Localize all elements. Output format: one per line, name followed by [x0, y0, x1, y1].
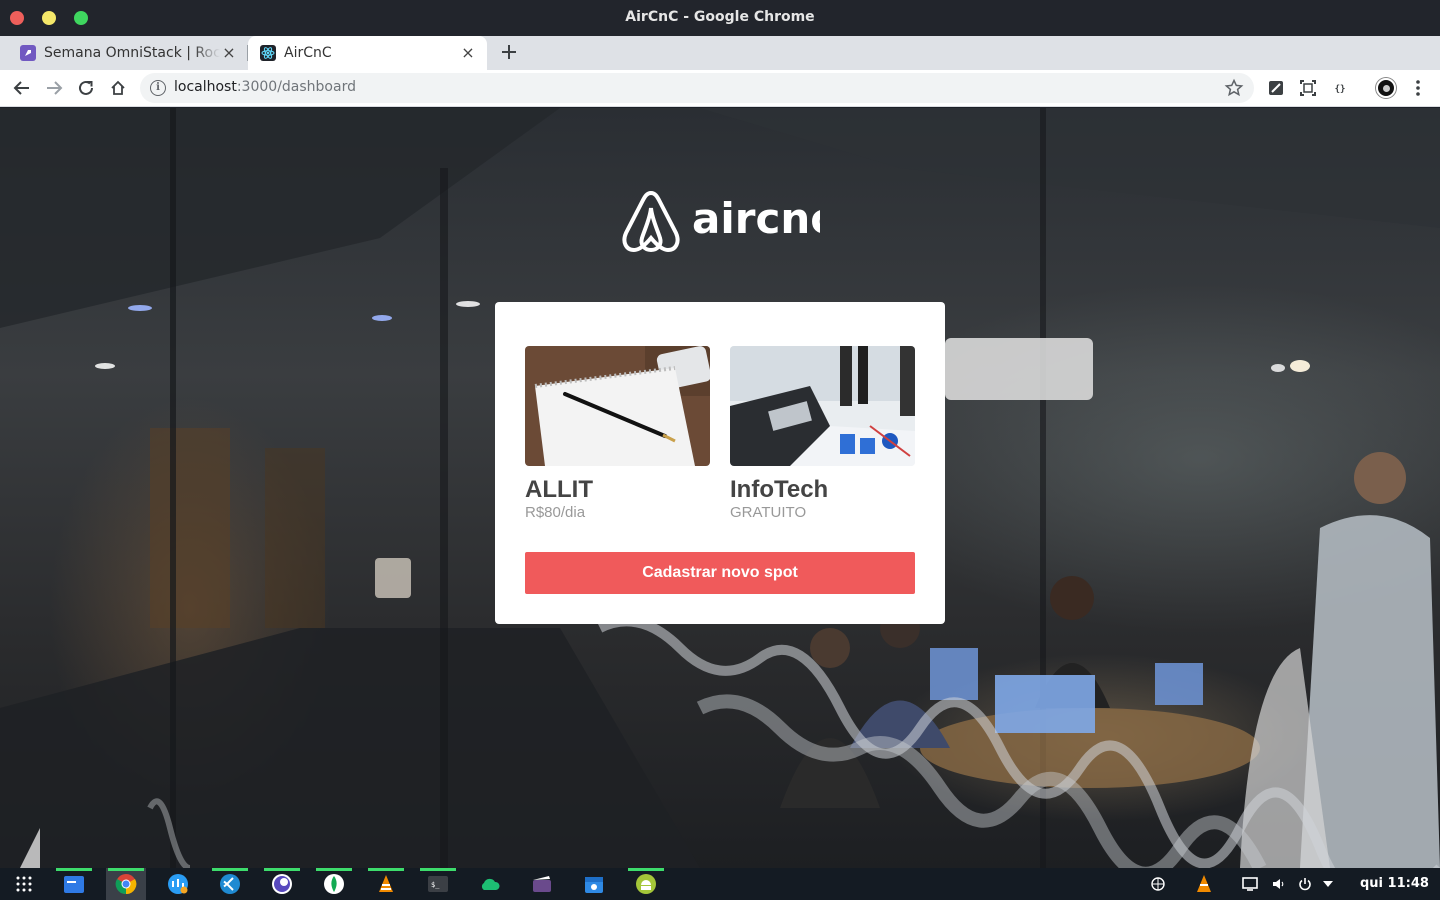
home-icon[interactable]	[108, 78, 128, 98]
site-info-icon[interactable]: i	[150, 80, 166, 96]
svg-text:{}: {}	[1335, 85, 1346, 95]
rocketseat-favicon-icon	[20, 45, 36, 61]
spot-card[interactable]: ALLIT R$80/dia	[525, 346, 710, 522]
url-text[interactable]: localhost:3000/dashboard	[174, 79, 356, 95]
file-manager-icon[interactable]	[54, 868, 94, 900]
tab-rocketseat[interactable]: Semana OmniStack | Rocketseat ×	[8, 36, 248, 70]
mongodb-icon[interactable]	[314, 868, 354, 900]
insomnia-icon[interactable]	[262, 868, 302, 900]
forward-arrow-icon[interactable]	[44, 78, 64, 98]
extension-note-icon[interactable]	[1266, 78, 1286, 98]
spot-company-name: ALLIT	[525, 476, 593, 503]
taskbar-clock[interactable]: qui 11:48	[1360, 876, 1429, 891]
os-taskbar: $_ qui 11:48	[0, 868, 1440, 900]
aircnc-logo: aircnc	[620, 188, 835, 253]
new-tab-plus-icon[interactable]	[498, 41, 520, 63]
new-spot-button[interactable]: Cadastrar novo spot	[525, 552, 915, 594]
tab-strip: Semana OmniStack | Rocketseat × AirCnC ×	[0, 36, 1440, 70]
spot-thumbnail-office	[730, 346, 915, 466]
profile-avatar[interactable]	[1376, 78, 1396, 98]
tab-close-icon[interactable]: ×	[459, 44, 477, 62]
bookmark-star-icon[interactable]	[1224, 78, 1244, 98]
logo-wordmark: aircnc	[692, 194, 820, 243]
tray-menu-icon[interactable]	[1308, 868, 1348, 900]
window-titlebar: AirCnC - Google Chrome	[0, 0, 1440, 36]
extension-json-icon[interactable]: {}	[1330, 78, 1350, 98]
android-icon[interactable]	[626, 868, 666, 900]
spot-company-name: InfoTech	[730, 476, 829, 503]
browser-toolbar: i localhost:3000/dashboard {}	[0, 70, 1440, 107]
reload-icon[interactable]	[76, 78, 96, 98]
tab-close-icon[interactable]: ×	[220, 44, 238, 62]
calendar-icon[interactable]	[574, 868, 614, 900]
tab-aircnc[interactable]: AirCnC ×	[248, 36, 487, 70]
vscode-icon[interactable]	[210, 868, 250, 900]
apps-grid-icon[interactable]	[4, 868, 44, 900]
back-arrow-icon[interactable]	[12, 78, 32, 98]
extension-screenshot-icon[interactable]	[1298, 78, 1318, 98]
clapper-icon[interactable]	[522, 868, 562, 900]
window-title: AirCnC - Google Chrome	[625, 9, 815, 25]
tab-title: Semana OmniStack | Rocketseat	[44, 45, 220, 61]
spot-price: R$80/dia	[525, 504, 586, 521]
chrome-menu-icon[interactable]	[1408, 78, 1428, 98]
address-bar[interactable]: i localhost:3000/dashboard	[140, 73, 1254, 103]
spot-card[interactable]: InfoTech GRATUITO	[730, 346, 915, 522]
spot-thumbnail-notebook	[525, 346, 710, 466]
react-favicon-icon	[260, 45, 276, 61]
terminal-icon[interactable]: $_	[418, 868, 458, 900]
vlc-tray-icon[interactable]	[1184, 868, 1224, 900]
network-icon[interactable]	[158, 868, 198, 900]
cloud-icon[interactable]	[470, 868, 510, 900]
spot-price: GRATUITO	[730, 504, 807, 521]
dashboard-card: ALLIT R$80/dia InfoTech GRATUITO Cadastr…	[495, 302, 945, 624]
svg-text:$_: $_	[431, 881, 440, 889]
tab-title: AirCnC	[284, 45, 332, 61]
chrome-icon[interactable]	[106, 868, 146, 900]
vlc-icon[interactable]	[366, 868, 406, 900]
globe-icon[interactable]	[1138, 868, 1178, 900]
page-background: aircnc ALLIT R$80/dia	[0, 108, 1440, 868]
